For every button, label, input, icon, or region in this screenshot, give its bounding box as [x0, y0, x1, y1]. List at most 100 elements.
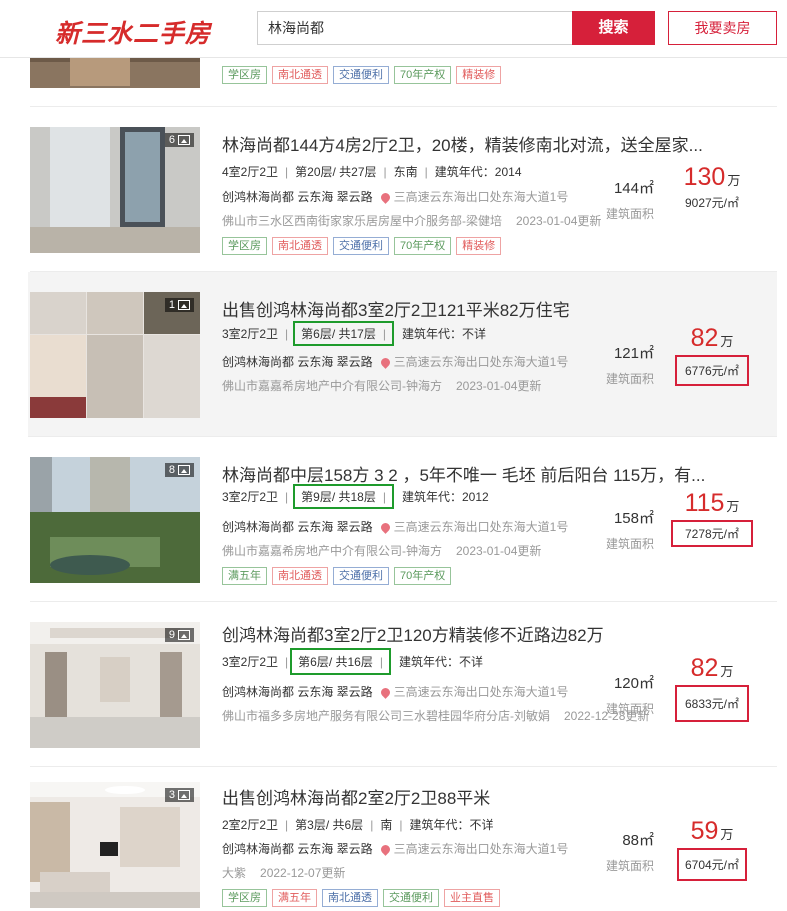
agent-name: 佛山市嘉嘉希房地产中介有限公司-钟海方 — [222, 379, 442, 393]
unit-price: 6833元/㎡ — [674, 685, 750, 722]
update-date: 2023-01-04更新 — [516, 214, 602, 228]
listing-specs: 3室2厅2卫 | 第9层/ 共18层 | 建筑年代：2012 — [222, 484, 489, 509]
tag: 满五年 — [272, 889, 317, 907]
listing-title[interactable]: 林海尚都144方4房2厅2卫，20楼，精装修南北对流，送全屋家... — [222, 131, 703, 156]
listing-thumbnail[interactable]: 6 — [30, 127, 200, 253]
site-logo[interactable]: 新三水二手房 — [55, 14, 211, 50]
listing-thumbnail[interactable]: 3 — [30, 782, 200, 908]
build-year: 建筑年代：2014 — [434, 165, 522, 179]
tag: 南北通透 — [272, 567, 328, 585]
community[interactable]: 创鸿林海尚都 云东海 翠云路 — [222, 842, 373, 856]
agent-name: 佛山市嘉嘉希房地产中介有限公司-钟海方 — [222, 544, 442, 558]
listing-title[interactable]: 出售创鸿林海尚都2室2厅2卫88平米 — [222, 784, 490, 809]
location: 三高速云东海出口处东海大道1号 — [378, 520, 568, 535]
community[interactable]: 创鸿林海尚都 云东海 翠云路 — [222, 190, 373, 204]
listing-agent: 大紫 2022-12-07更新 — [222, 864, 345, 881]
separator: | — [424, 165, 428, 179]
area-value: 158㎡ — [613, 510, 654, 527]
location-text: 三高速云东海出口处东海大道1号 — [393, 685, 569, 699]
area-block: 144㎡ 建筑面积 — [606, 177, 654, 222]
price-block: 130 万 9027元/㎡ — [667, 163, 757, 212]
photo-count-badge: 8 — [164, 463, 194, 477]
build-year: 建筑年代：2012 — [401, 490, 489, 504]
location: 三高速云东海出口处东海大道1号 — [378, 842, 568, 857]
tag-list: 学区房 南北通透 交通便利 70年产权 精装修 — [222, 66, 502, 84]
price-unit: 万 — [720, 827, 734, 842]
area-label: 建筑面积 — [605, 702, 654, 716]
tag: 70年产权 — [394, 567, 452, 585]
photo-count-badge: 9 — [164, 628, 194, 642]
separator: | — [285, 655, 289, 669]
listing-partial[interactable]: 学区房 南北通透 交通便利 70年产权 精装修 — [30, 58, 777, 107]
listing-thumbnail[interactable]: 8 — [30, 457, 200, 583]
floor: 第3层/ 共6层 — [295, 818, 364, 832]
tag: 精装修 — [456, 66, 502, 84]
sell-house-button[interactable]: 我要卖房 — [668, 11, 777, 45]
separator: | — [370, 818, 374, 832]
floor-highlight: 第6层/ 共17层 | — [293, 321, 394, 346]
area-value: 121㎡ — [613, 345, 654, 362]
separator: | — [399, 818, 403, 832]
tag: 南北通透 — [322, 889, 378, 907]
floor-highlight: 第9层/ 共18层 | — [293, 484, 394, 509]
listing-thumbnail[interactable]: 1 — [30, 292, 200, 418]
community[interactable]: 创鸿林海尚都 云东海 翠云路 — [222, 520, 373, 534]
tag: 70年产权 — [394, 237, 452, 255]
image-icon — [178, 135, 190, 145]
tag-list: 学区房 南北通透 交通便利 70年产权 精装修 — [222, 237, 502, 255]
price-unit: 万 — [726, 499, 740, 514]
listing-thumbnail[interactable]: 9 — [30, 622, 200, 748]
total-price: 130 — [683, 163, 726, 191]
build-year: 建筑年代：不详 — [398, 655, 483, 669]
listing-item[interactable]: 6 林海尚都144方4房2厅2卫，20楼，精装修南北对流，送全屋家... 4室2… — [30, 107, 777, 272]
price-unit: 万 — [720, 334, 734, 349]
area-value: 120㎡ — [613, 675, 654, 692]
photo-count-badge: 6 — [164, 133, 194, 147]
image-icon — [178, 465, 190, 475]
listing-title[interactable]: 创鸿林海尚都3室2厅2卫120方精装修不近路边82万 — [222, 621, 604, 646]
unit-price: 9027元/㎡ — [684, 196, 740, 210]
listing-specs: 3室2厅2卫 | 第6层/ 共17层 | 建筑年代：不详 — [222, 321, 486, 346]
listing-item[interactable]: 8 林海尚都中层158方 3 2 ，5年不唯一 毛坯 前后阳台 115万，有..… — [30, 437, 777, 602]
photo-count: 6 — [168, 134, 175, 146]
price-block: 82 万 6776元/㎡ — [667, 324, 757, 386]
tag-list: 满五年 南北通透 交通便利 70年产权 — [222, 567, 452, 585]
listing-title[interactable]: 出售创鸿林海尚都3室2厅2卫121平米82万住宅 — [222, 296, 570, 321]
photo-count: 9 — [168, 629, 175, 641]
location-pin-icon — [378, 843, 392, 857]
location-pin-icon — [378, 521, 392, 535]
layout: 2室2厅2卫 — [222, 818, 279, 832]
community[interactable]: 创鸿林海尚都 云东海 翠云路 — [222, 355, 373, 369]
listing-thumbnail[interactable] — [30, 58, 200, 88]
listing-item[interactable]: 3 出售创鸿林海尚都2室2厅2卫88平米 2室2厅2卫 | 第3层/ 共6层 | 南 | 建… — [30, 767, 777, 911]
tag: 学区房 — [222, 237, 267, 255]
area-block: 121㎡ 建筑面积 — [606, 342, 654, 387]
layout: 3室2厅2卫 — [222, 490, 279, 504]
location: 三高速云东海出口处东海大道1号 — [378, 190, 569, 205]
location: 三高速云东海出口处东海大道1号 — [378, 355, 568, 370]
location-text: 三高速云东海出口处东海大道1号 — [393, 190, 569, 204]
separator: | — [382, 490, 386, 504]
price-block: 82 万 6833元/㎡ — [667, 654, 757, 722]
area-label: 建筑面积 — [605, 372, 654, 386]
tag: 学区房 — [222, 889, 267, 907]
floor: 第6层/ 共17层 — [301, 327, 376, 341]
community[interactable]: 创鸿林海尚都 云东海 翠云路 — [222, 685, 373, 699]
unit-price: 6776元/㎡ — [674, 355, 750, 386]
search-button[interactable]: 搜索 — [572, 11, 655, 45]
unit-price: 7278元/㎡ — [670, 520, 754, 547]
listing-item[interactable]: 9 创鸿林海尚都3室2厅2卫120方精装修不近路边82万 3室2厅2卫 | 第6层/… — [30, 602, 777, 767]
search-input[interactable]: 林海尚都 — [257, 11, 573, 45]
listing-agent: 佛山市嘉嘉希房地产中介有限公司-钟海方 2023-01-04更新 — [222, 377, 541, 394]
separator: | — [285, 490, 289, 504]
listing-item[interactable]: 1 出售创鸿林海尚都3室2厅2卫121平米82万住宅 3室2厅2卫 | 第6层/ 共… — [28, 272, 777, 437]
listing-specs: 4室2厅2卫 | 第20层/ 共27层 | 东南 | 建筑年代：2014 — [222, 163, 522, 180]
listing-specs: 3室2厅2卫 | 第6层/ 共16层 | 建筑年代：不详 — [222, 648, 483, 675]
agent-name: 大紫 — [222, 866, 247, 880]
separator: | — [379, 655, 383, 669]
floor: 第9层/ 共18层 — [301, 490, 376, 504]
listing-title[interactable]: 林海尚都中层158方 3 2 ，5年不唯一 毛坯 前后阳台 115万，有... — [222, 461, 705, 486]
layout: 3室2厅2卫 — [222, 655, 279, 669]
area-block: 120㎡ 建筑面积 — [606, 672, 654, 717]
total-price: 82 — [690, 654, 719, 682]
